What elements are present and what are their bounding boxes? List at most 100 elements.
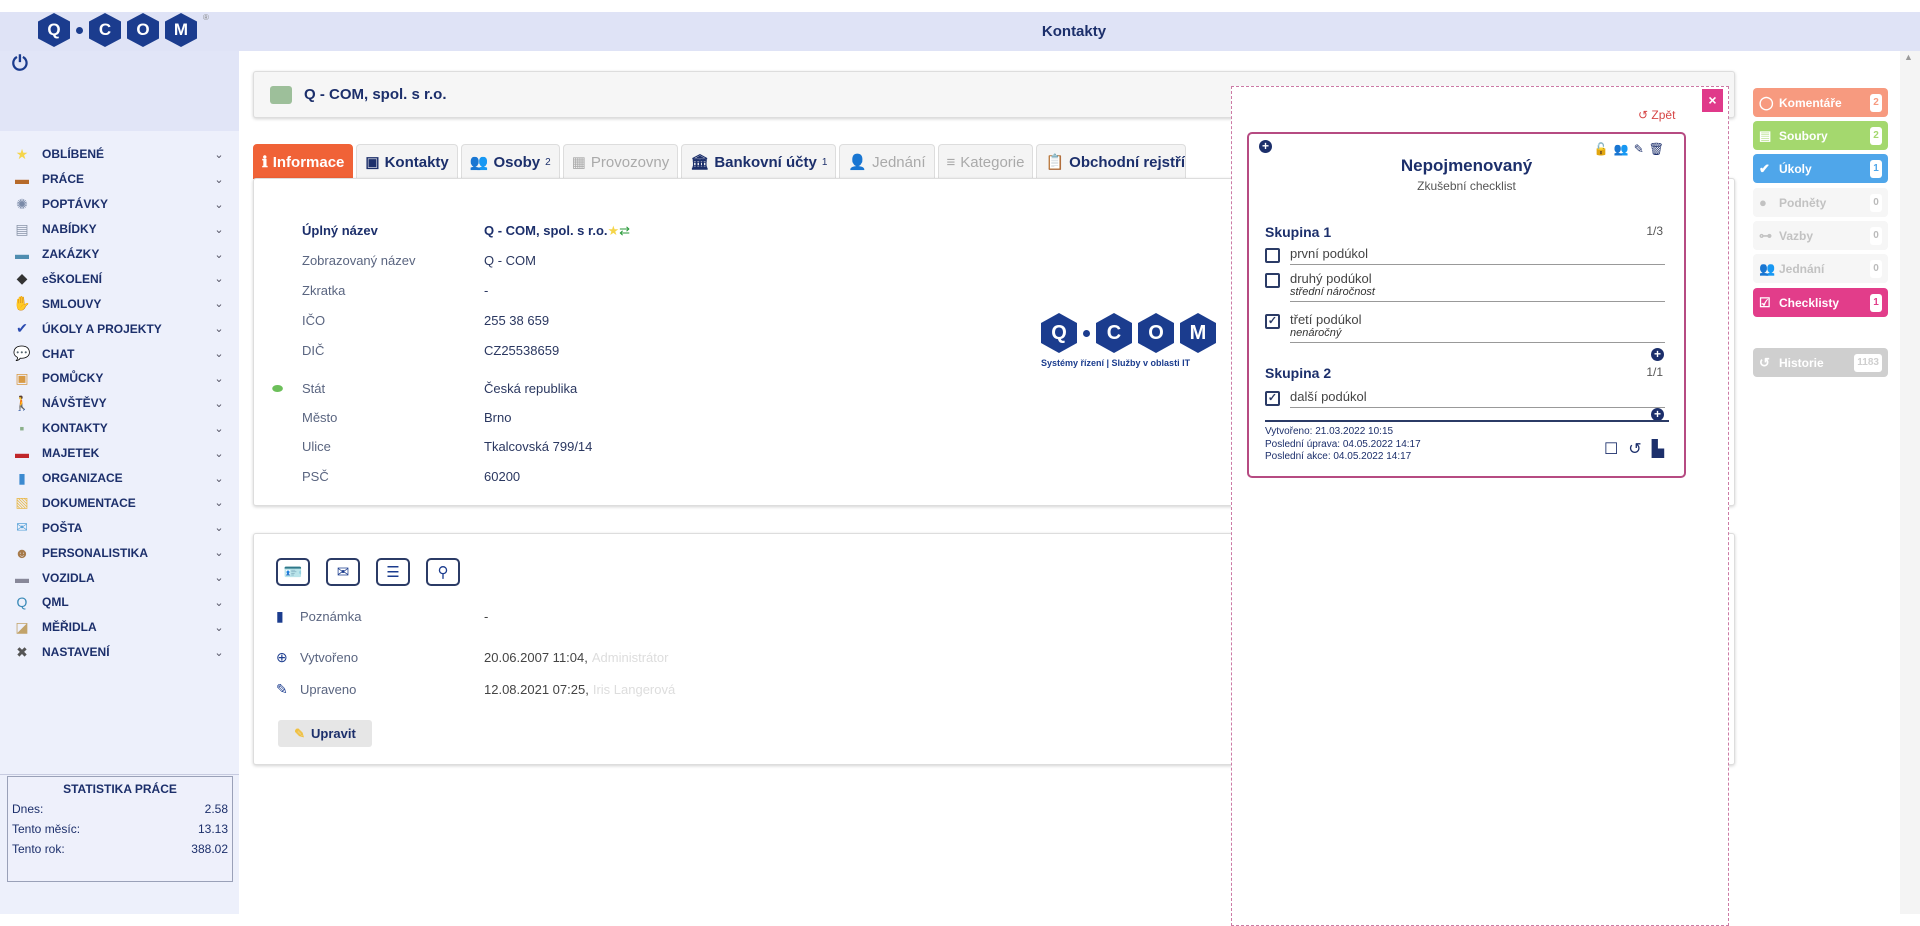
item-text: první podúkol — [1290, 246, 1665, 265]
sidebar-item[interactable]: ▪ KONTAKTY ⌄ — [0, 416, 239, 441]
sidebar-item-label: OBLÍBENÉ — [42, 147, 105, 162]
chevron-down-icon[interactable]: ⌄ — [209, 322, 229, 335]
tab-label: Bankovní účty — [714, 153, 817, 171]
sidebar-item[interactable]: ✋ SMLOUVY ⌄ — [0, 291, 239, 316]
tab[interactable]: 👤 Jednání — [839, 144, 935, 179]
info-label: Úplný název — [302, 223, 378, 238]
sidebar-item-label: MAJETEK — [42, 446, 100, 461]
chevron-down-icon[interactable]: ⌄ — [209, 646, 229, 659]
info-row: Město Brno — [302, 410, 511, 425]
sidebar-item[interactable]: ✔ ÚKOLY A PROJEKTY ⌄ — [0, 316, 239, 341]
sidebar-item[interactable]: 🚶 NÁVŠTĚVY ⌄ — [0, 391, 239, 416]
chevron-down-icon[interactable]: ⌄ — [209, 272, 229, 285]
sidebar-item[interactable]: ▬ PRÁCE ⌄ — [0, 167, 239, 192]
checkbox-toggle-icon[interactable]: ☐ — [1604, 439, 1618, 459]
add-item-button[interactable]: + — [1651, 348, 1664, 361]
chevron-down-icon[interactable]: ⌄ — [209, 173, 229, 186]
sidebar-item[interactable]: ✖ NASTAVENÍ ⌄ — [0, 640, 239, 665]
chevron-down-icon[interactable]: ⌄ — [209, 372, 229, 385]
qcom-logo[interactable]: Q C O M ® — [38, 13, 209, 47]
sidebar-item[interactable]: 💬 CHAT ⌄ — [0, 341, 239, 366]
sidebar-item-label: DOKUMENTACE — [42, 495, 136, 510]
scrollbar[interactable] — [1900, 51, 1920, 914]
item-checkbox[interactable]: ✓ — [1265, 314, 1280, 329]
chevron-down-icon[interactable]: ⌄ — [209, 596, 229, 609]
chevron-down-icon[interactable]: ⌄ — [209, 148, 229, 161]
item-checkbox[interactable] — [1265, 248, 1280, 263]
tab[interactable]: 👥 Osoby 2 — [460, 144, 560, 179]
pencil-icon: ✎ — [276, 681, 288, 697]
power-icon[interactable]: ⏻ — [12, 53, 28, 76]
sidebar-item[interactable]: ☻ PERSONALISTIKA ⌄ — [0, 540, 239, 565]
sidebar-item[interactable]: ▤ NABÍDKY ⌄ — [0, 217, 239, 242]
side-button-icon: 👥 — [1759, 260, 1776, 276]
item-checkbox[interactable] — [1265, 273, 1280, 288]
sidebar-item[interactable]: ▬ ZAKÁZKY ⌄ — [0, 242, 239, 267]
chevron-down-icon[interactable]: ⌄ — [209, 472, 229, 485]
item-checkbox[interactable]: ✓ — [1265, 391, 1280, 406]
sidebar-item[interactable]: ▮ ORGANIZACE ⌄ — [0, 466, 239, 491]
scroll-up-arrow[interactable]: ▲ — [1904, 52, 1913, 62]
side-button-7[interactable]: ↺ Historie 1183 — [1753, 348, 1888, 377]
chevron-down-icon[interactable]: ⌄ — [209, 496, 229, 509]
tab[interactable]: ℹ Informace — [253, 144, 354, 179]
sidebar-item[interactable]: Q QML ⌄ — [0, 590, 239, 615]
chevron-down-icon[interactable]: ⌄ — [209, 447, 229, 460]
unlock-icon[interactable]: 🔓 — [1594, 142, 1609, 156]
favorite-star-icon[interactable]: ★ — [608, 223, 620, 239]
business-card-button[interactable]: 🪪 — [276, 558, 310, 586]
link-arrows-icon[interactable]: ⇄ — [619, 223, 630, 239]
checklist-card: + 🔓 👥 ✎ 🗑 Nepojmenovaný Zkušební checkli… — [1247, 132, 1686, 478]
history-icon[interactable]: ↺ — [1628, 439, 1641, 459]
chevron-down-icon[interactable]: ⌄ — [209, 422, 229, 435]
tab-icon: 👤 — [848, 154, 868, 171]
map-button[interactable]: ⚲ — [426, 558, 460, 586]
side-button-3[interactable]: ● Podněty 0 — [1753, 188, 1888, 217]
users-lock-icon[interactable]: 👥 — [1614, 142, 1629, 156]
chevron-down-icon[interactable]: ⌄ — [209, 347, 229, 360]
group-progress: 1/3 — [1646, 224, 1663, 238]
sidebar-item[interactable]: ★ OBLÍBENÉ ⌄ — [0, 142, 239, 167]
tab[interactable]: ≡ Kategorie — [937, 144, 1034, 179]
sidebar-item[interactable]: ▣ POMŮCKY ⌄ — [0, 366, 239, 391]
side-button-icon: ● — [1759, 195, 1767, 210]
tab[interactable]: 🏛 Bankovní účty 1 — [681, 144, 837, 179]
email-button[interactable]: ✉ — [326, 558, 360, 586]
chevron-down-icon[interactable]: ⌄ — [209, 198, 229, 211]
close-button[interactable]: × — [1702, 89, 1723, 112]
side-button-0[interactable]: ◯ Komentáře 2 — [1753, 88, 1888, 117]
pdf-icon[interactable]: ▙ — [1652, 439, 1664, 459]
back-link[interactable]: ↺ Zpět — [1638, 108, 1675, 122]
tab[interactable]: 📋 Obchodní rejstří — [1036, 144, 1187, 179]
sidebar-item[interactable]: ▧ DOKUMENTACE ⌄ — [0, 490, 239, 515]
chevron-down-icon[interactable]: ⌄ — [209, 521, 229, 534]
tab[interactable]: ▣ Kontakty — [356, 144, 458, 179]
chevron-down-icon[interactable]: ⌄ — [209, 248, 229, 261]
side-button-5[interactable]: 👥 Jednání 0 — [1753, 254, 1888, 283]
sidebar-item[interactable]: ▬ VOZIDLA ⌄ — [0, 565, 239, 590]
side-button-1[interactable]: ▤ Soubory 2 — [1753, 121, 1888, 150]
sidebar-item[interactable]: ✉ POŠTA ⌄ — [0, 515, 239, 540]
database-button[interactable]: ☰ — [376, 558, 410, 586]
info-row: Zobrazovaný název Q - COM — [302, 253, 536, 268]
chevron-down-icon[interactable]: ⌄ — [209, 621, 229, 634]
trash-icon[interactable]: 🗑 — [1649, 142, 1664, 156]
edit-button[interactable]: ✎ Upravit — [278, 720, 372, 747]
side-button-6[interactable]: ☑ Checklisty 1 — [1753, 288, 1888, 317]
sidebar-item[interactable]: ◆ eŠKOLENÍ ⌄ — [0, 266, 239, 291]
pencil-icon[interactable]: ✎ — [1634, 142, 1644, 156]
info-value: 60200 — [484, 469, 521, 484]
chevron-down-icon[interactable]: ⌄ — [209, 546, 229, 559]
chevron-down-icon[interactable]: ⌄ — [209, 397, 229, 410]
chevron-down-icon[interactable]: ⌄ — [209, 571, 229, 584]
chevron-down-icon[interactable]: ⌄ — [209, 223, 229, 236]
sidebar-item[interactable]: ✺ POPTÁVKY ⌄ — [0, 192, 239, 217]
side-button-2[interactable]: ✔ Úkoly 1 — [1753, 154, 1888, 183]
side-button-4[interactable]: ⊶ Vazby 0 — [1753, 221, 1888, 250]
chevron-down-icon[interactable]: ⌄ — [209, 297, 229, 310]
add-group-button[interactable]: + — [1259, 140, 1272, 153]
sidebar-item[interactable]: ◪ MĚŘIDLA ⌄ — [0, 615, 239, 640]
sidebar-item[interactable]: ▬ MAJETEK ⌄ — [0, 441, 239, 466]
tab[interactable]: ▦ Provozovny — [562, 144, 679, 179]
sidebar-item-label: PERSONALISTIKA — [42, 545, 149, 560]
